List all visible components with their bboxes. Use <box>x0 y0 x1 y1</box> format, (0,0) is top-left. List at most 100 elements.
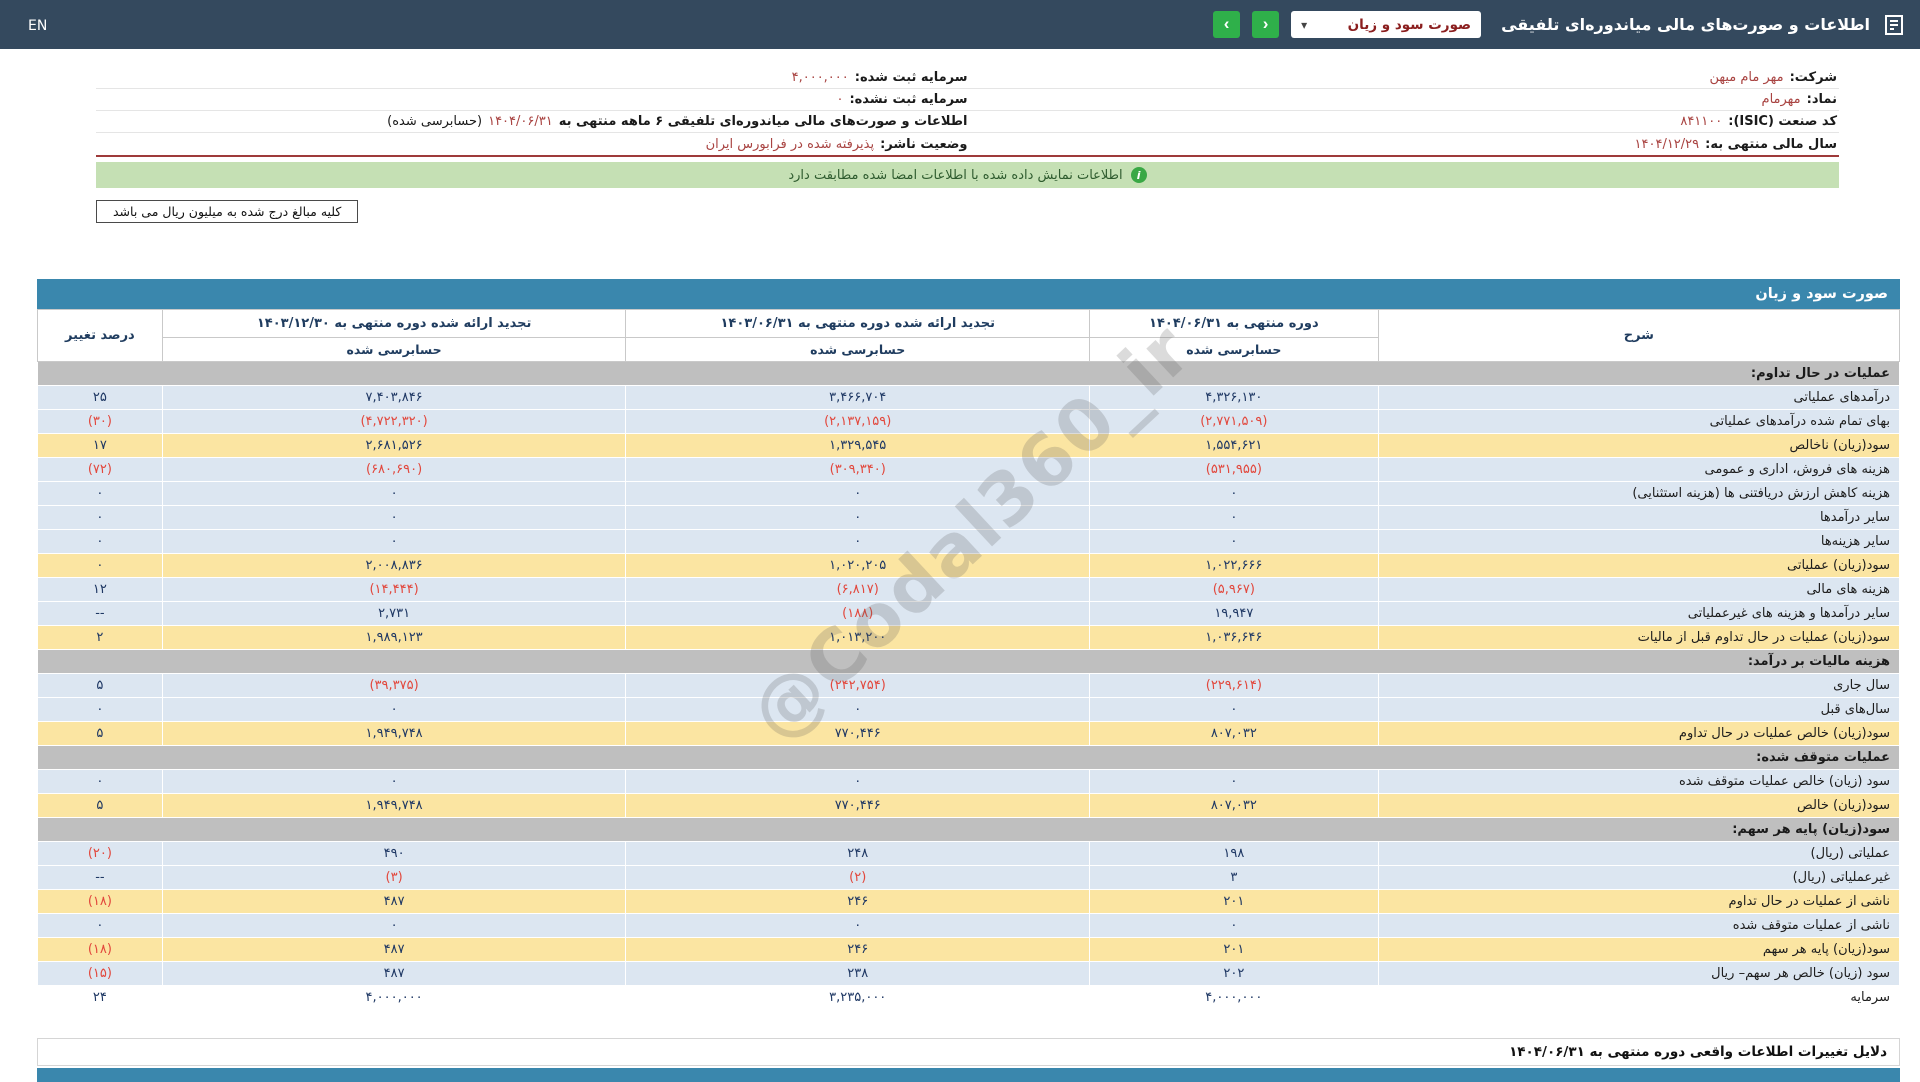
column-subheader-audited: حسابرسی شده <box>162 338 626 362</box>
row-label: سرمایه <box>1378 986 1899 1010</box>
row-change-percent: ۰ <box>38 506 163 530</box>
row-value: ۸۰۷,۰۳۲ <box>1090 722 1379 746</box>
company-info-row: کد صنعت (ISIC): ۸۴۱۱۰۰ اطلاعات و صورت‌ها… <box>96 111 1839 133</box>
row-change-percent: (۱۸) <box>38 890 163 914</box>
row-change-percent: ۵ <box>38 674 163 698</box>
row-label: ناشی از عملیات در حال تداوم <box>1378 890 1899 914</box>
fiscal-year-value: ۱۴۰۴/۱۲/۲۹ <box>1635 137 1700 152</box>
row-value: ۲,۷۳۱ <box>162 602 626 626</box>
language-toggle[interactable]: EN <box>28 18 47 34</box>
registered-capital-label: سرمایه ثبت شده: <box>855 70 968 85</box>
row-change-percent: ۲ <box>38 626 163 650</box>
company-info-row: نماد: مهرمام سرمایه ثبت نشده: ۰ <box>96 89 1839 111</box>
row-value: (۳۰۹,۳۴۰) <box>626 458 1090 482</box>
row-value: ۰ <box>626 698 1090 722</box>
row-label: سود (زیان) خالص عملیات متوقف شده <box>1378 770 1899 794</box>
symbol-field: نماد: مهرمام <box>968 92 1838 107</box>
row-value: ۰ <box>626 530 1090 554</box>
row-label: هزینه های مالی <box>1378 578 1899 602</box>
row-value: ۷,۴۰۳,۸۴۶ <box>162 386 626 410</box>
statement-table-body: عملیات در حال تداوم:درآمدهای عملیاتی۴,۳۲… <box>38 362 1900 1010</box>
table-row: بهای تمام شده درآمدهای عملیاتی(۲,۷۷۱,۵۰۹… <box>38 410 1900 434</box>
row-change-percent: ۰ <box>38 530 163 554</box>
row-change-percent: ۵ <box>38 794 163 818</box>
row-value: ۱,۹۸۹,۱۲۳ <box>162 626 626 650</box>
table-row: سایر درآمدها۰۰۰۰ <box>38 506 1900 530</box>
row-value: ۰ <box>162 770 626 794</box>
table-row: سرمایه۴,۰۰۰,۰۰۰۳,۲۳۵,۰۰۰۴,۰۰۰,۰۰۰۲۴ <box>38 986 1900 1010</box>
section-row: عملیات در حال تداوم: <box>38 362 1900 386</box>
row-value: ۰ <box>626 506 1090 530</box>
table-row: ناشی از عملیات در حال تداوم۲۰۱۲۴۶۴۸۷(۱۸) <box>38 890 1900 914</box>
row-value: ۴۸۷ <box>162 962 626 986</box>
row-value: ۴,۳۲۶,۱۳۰ <box>1090 386 1379 410</box>
row-value: (۴,۷۲۲,۳۲۰) <box>162 410 626 434</box>
row-value: ۲۰۲ <box>1090 962 1379 986</box>
row-label: هزینه های فروش، اداری و عمومی <box>1378 458 1899 482</box>
row-value: (۶,۸۱۷) <box>626 578 1090 602</box>
row-label: هزینه کاهش ارزش دریافتنی ها (هزینه استثن… <box>1378 482 1899 506</box>
report-period-date: ۱۴۰۴/۰۶/۳۱ <box>488 114 553 129</box>
row-value: ۲۳۸ <box>626 962 1090 986</box>
row-change-percent: ۵ <box>38 722 163 746</box>
row-value: ۴۸۷ <box>162 938 626 962</box>
section-row: عملیات متوقف شده: <box>38 746 1900 770</box>
chevron-right-icon: ‹ <box>1263 14 1269 34</box>
table-row: درآمدهای عملیاتی۴,۳۲۶,۱۳۰۳,۴۶۶,۷۰۴۷,۴۰۳,… <box>38 386 1900 410</box>
section-label: عملیات متوقف شده: <box>38 746 1900 770</box>
income-statement-table: شرح دوره منتهی به ۱۴۰۴/۰۶/۳۱ تجدید ارائه… <box>37 309 1900 1010</box>
table-row: هزینه کاهش ارزش دریافتنی ها (هزینه استثن… <box>38 482 1900 506</box>
row-value: ۲۰۱ <box>1090 938 1379 962</box>
row-value: ۰ <box>162 698 626 722</box>
row-value: ۱,۰۳۶,۶۴۶ <box>1090 626 1379 650</box>
row-label: بهای تمام شده درآمدهای عملیاتی <box>1378 410 1899 434</box>
row-value: ۳,۴۶۶,۷۰۴ <box>626 386 1090 410</box>
chevron-down-icon: ▾ <box>1301 18 1307 32</box>
row-value: ۲۴۶ <box>626 938 1090 962</box>
symbol-value: مهرمام <box>1762 92 1801 107</box>
fiscal-year-field: سال مالی منتهی به: ۱۴۰۴/۱۲/۲۹ <box>968 137 1838 152</box>
column-header-period-restated-mid: تجدید ارائه شده دوره منتهی به ۱۴۰۳/۰۶/۳۱ <box>626 310 1090 338</box>
issuer-status-label: وضعیت ناشر: <box>880 137 967 152</box>
table-row: غیرعملیاتی (ریال)۳(۲)(۳)-- <box>38 866 1900 890</box>
statement-dropdown[interactable]: صورت سود و زیان ▾ <box>1291 11 1481 38</box>
table-row: سایر هزینه‌ها۰۰۰۰ <box>38 530 1900 554</box>
row-change-percent: ۰ <box>38 482 163 506</box>
row-value: ۰ <box>626 482 1090 506</box>
column-header-description: شرح <box>1378 310 1899 362</box>
row-label: سال جاری <box>1378 674 1899 698</box>
column-header-period-restated-annual: تجدید ارائه شده دوره منتهی به ۱۴۰۳/۱۲/۳۰ <box>162 310 626 338</box>
prev-period-button[interactable]: › <box>1213 11 1240 38</box>
row-value: ۰ <box>1090 482 1379 506</box>
section-label: سود(زیان) پایه هر سهم: <box>38 818 1900 842</box>
row-label: غیرعملیاتی (ریال) <box>1378 866 1899 890</box>
section-label: هزینه مالیات بر درآمد: <box>38 650 1900 674</box>
row-value: ۲۰۱ <box>1090 890 1379 914</box>
row-value: ۲۴۸ <box>626 842 1090 866</box>
row-label: سود(زیان) ناخالص <box>1378 434 1899 458</box>
table-row: ناشی از عملیات متوقف شده۰۰۰۰ <box>38 914 1900 938</box>
row-value: (۲,۷۷۱,۵۰۹) <box>1090 410 1379 434</box>
symbol-label: نماد: <box>1807 92 1837 107</box>
unregistered-capital-field: سرمایه ثبت نشده: ۰ <box>98 92 968 107</box>
next-period-button[interactable]: ‹ <box>1252 11 1279 38</box>
row-change-percent: (۷۲) <box>38 458 163 482</box>
row-change-percent: ۲۴ <box>38 986 163 1010</box>
row-value: ۱,۰۱۳,۲۰۰ <box>626 626 1090 650</box>
column-header-period-current: دوره منتهی به ۱۴۰۴/۰۶/۳۱ <box>1090 310 1379 338</box>
statement-dropdown-value: صورت سود و زیان <box>1348 17 1471 33</box>
row-value: ۰ <box>162 506 626 530</box>
row-value: ۱,۳۲۹,۵۴۵ <box>626 434 1090 458</box>
row-value: ۰ <box>162 482 626 506</box>
statement-title-bar: صورت سود و زیان <box>37 279 1900 309</box>
table-row: سود(زیان) خالص عملیات در حال تداوم۸۰۷,۰۳… <box>38 722 1900 746</box>
row-value: ۰ <box>626 914 1090 938</box>
row-change-percent: ۰ <box>38 698 163 722</box>
row-value: ۱۹۸ <box>1090 842 1379 866</box>
row-value: ۱,۰۲۲,۶۶۶ <box>1090 554 1379 578</box>
company-info-section: شرکت: مهر مام میهن سرمایه ثبت شده: ۴,۰۰۰… <box>96 67 1839 157</box>
report-period-audited-note: (حسابرسی شده) <box>387 114 482 129</box>
navbar-right-group: اطلاعات و صورت‌های مالی میاندوره‌ای تلفی… <box>1213 11 1906 38</box>
navbar-left-group: EN <box>28 15 47 34</box>
row-label: سود(زیان) پایه هر سهم <box>1378 938 1899 962</box>
